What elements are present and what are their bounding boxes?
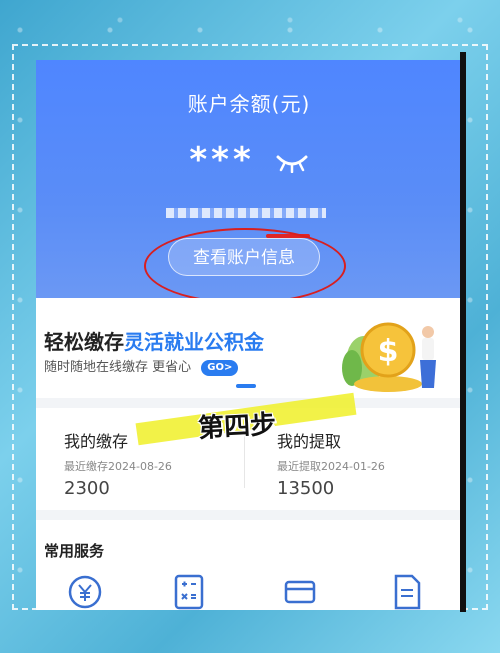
balance-title: 账户余额(元) [187, 92, 311, 116]
deposit-label: 我的缴存 [64, 432, 129, 451]
eye-closed-icon[interactable] [275, 142, 309, 182]
deposit-date: 最近缴存2024-08-26 [64, 460, 172, 473]
yuan-coin-icon[interactable] [68, 574, 102, 610]
deposit-amount: 2300 [64, 478, 110, 499]
phone-screen: 账户余额(元) *** 查看账户信息 轻松缴存灵活就业公积金 随时随地在线缴存 … [36, 60, 462, 610]
banner-title-part1: 轻松缴存 [44, 330, 124, 354]
banner-title-part2: 灵活就业公积金 [124, 330, 264, 354]
document-icon[interactable] [392, 574, 422, 610]
withdraw-amount: 13500 [277, 478, 335, 499]
balance-masked-value: *** [189, 140, 255, 180]
account-header: 账户余额(元) *** 查看账户信息 [36, 60, 462, 304]
carousel-indicator [236, 384, 256, 388]
calculator-icon[interactable] [174, 574, 204, 610]
annotation-step-text: 第四步 [197, 409, 277, 445]
withdraw-label: 我的提取 [277, 432, 342, 451]
card-icon[interactable] [284, 574, 316, 610]
decorative-edge-bar [460, 52, 466, 612]
annotation-red-circle [144, 228, 346, 304]
banner-subtitle: 随时随地在线缴存 更省心 GO> [44, 356, 239, 376]
masked-account-number [166, 208, 326, 218]
coin-illustration: $ [336, 308, 456, 398]
banner-subtitle-text: 随时随地在线缴存 更省心 [44, 360, 192, 375]
promo-banner[interactable]: 轻松缴存灵活就业公积金 随时随地在线缴存 更省心 GO> $ [36, 298, 462, 398]
withdraw-date: 最近提取2024-01-26 [277, 460, 385, 473]
balance-value: *** [36, 140, 462, 182]
svg-text:$: $ [378, 334, 399, 369]
common-services: 常用服务 [36, 520, 462, 610]
go-badge[interactable]: GO> [201, 359, 239, 376]
banner-title: 轻松缴存灵活就业公积金 [44, 326, 264, 355]
services-title: 常用服务 [44, 542, 105, 560]
